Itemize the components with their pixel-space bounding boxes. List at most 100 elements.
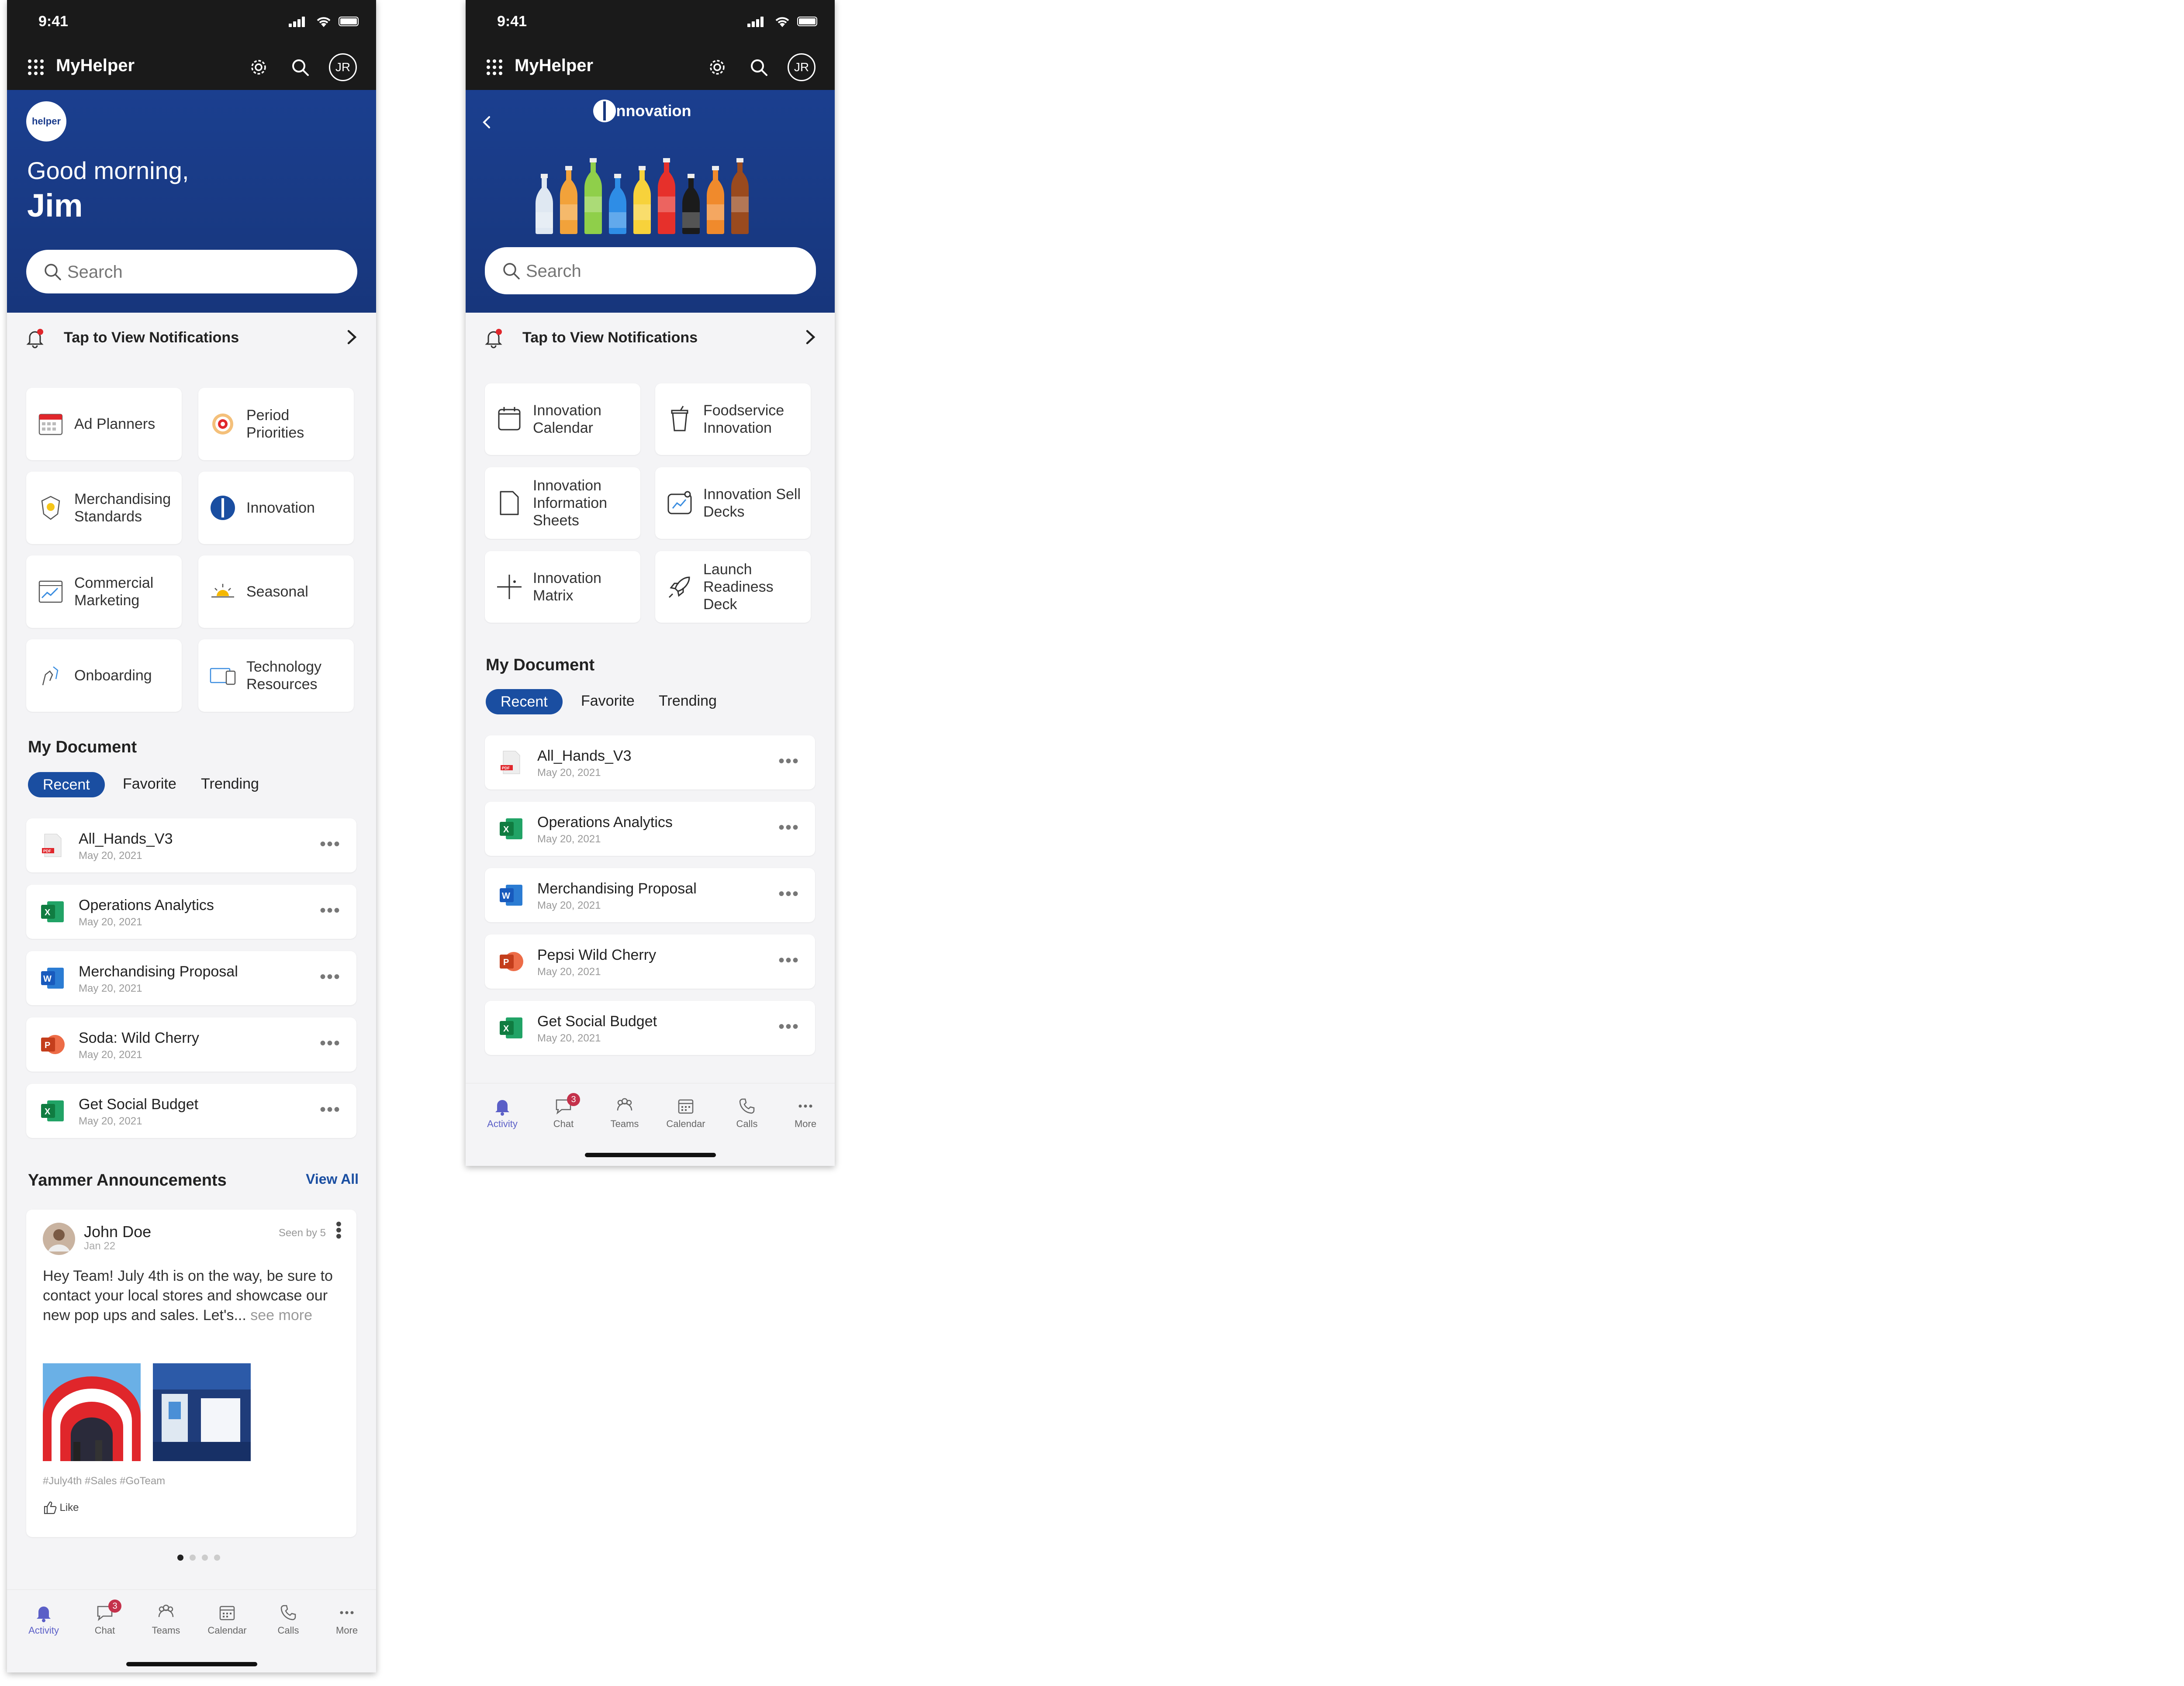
search-bar[interactable]	[26, 250, 357, 293]
more-options-icon[interactable]: •••	[778, 1018, 799, 1035]
carousel-pagination[interactable]	[177, 1555, 220, 1561]
tile-label: Period Priorities	[246, 407, 304, 441]
tile-merchandising-standards[interactable]: Merchandising Standards	[26, 472, 182, 544]
document-row[interactable]: PDF All_Hands_V3 May 20, 2021 •••	[485, 735, 815, 790]
app-title: MyHelper	[515, 56, 594, 75]
home-indicator	[584, 1153, 716, 1157]
document-row[interactable]: X Get Social Budget May 20, 2021 •••	[485, 1001, 815, 1055]
tile-foodservice-innovation[interactable]: Foodservice Innovation	[655, 383, 811, 455]
tab-chat[interactable]: 3 Chat	[537, 1093, 590, 1130]
tile-label: Innovation Sell Decks	[703, 486, 801, 520]
search-input[interactable]	[525, 258, 789, 285]
more-options-icon[interactable]: •••	[320, 835, 341, 853]
document-name: Get Social Budget	[537, 1013, 657, 1030]
tile-label: Innovation Information Sheets	[533, 477, 608, 529]
tab-label: Calendar	[207, 1625, 247, 1636]
seen-count: Seen by 5	[278, 1227, 326, 1239]
tile-innovation-information-sheets[interactable]: Innovation Information Sheets	[485, 467, 640, 539]
chevron-right-icon	[806, 330, 816, 345]
tab-favorite[interactable]: Favorite	[123, 771, 176, 796]
post-image-popup-tent[interactable]	[43, 1363, 141, 1461]
document-name: Operations Analytics	[79, 897, 214, 914]
bottle	[609, 174, 626, 234]
tile-seasonal[interactable]: Seasonal	[198, 555, 354, 628]
notifications-row[interactable]: Tap to View Notifications	[466, 314, 835, 361]
document-row[interactable]: PDF All_Hands_V3 May 20, 2021 •••	[26, 818, 356, 872]
tab-favorite[interactable]: Favorite	[581, 688, 635, 714]
document-name: Merchandising Proposal	[537, 880, 697, 897]
settings-gear-icon[interactable]	[707, 57, 728, 78]
settings-gear-icon[interactable]	[248, 57, 269, 78]
tile-commercial-marketing[interactable]: Commercial Marketing	[26, 555, 182, 628]
tab-activity[interactable]: Activity	[476, 1096, 529, 1130]
more-options-icon[interactable]: •••	[778, 885, 799, 903]
view-all-link[interactable]: View All	[306, 1171, 359, 1187]
tab-recent[interactable]: Recent	[486, 689, 563, 714]
tab-calendar[interactable]: Calendar	[201, 1602, 253, 1636]
bell-icon	[37, 1607, 51, 1622]
search-bar[interactable]	[485, 247, 816, 294]
more-options-icon[interactable]: •••	[778, 952, 799, 969]
document-row[interactable]: W Merchandising Proposal May 20, 2021 ••…	[26, 951, 356, 1005]
tab-trending[interactable]: Trending	[659, 688, 717, 714]
tile-onboarding[interactable]: Onboarding	[26, 639, 182, 712]
tile-launch-readiness-deck[interactable]: Launch Readiness Deck	[655, 551, 811, 623]
document-date: May 20, 2021	[537, 833, 601, 845]
tab-trending[interactable]: Trending	[201, 771, 259, 796]
tab-teams[interactable]: Teams	[140, 1602, 192, 1636]
tile-technology-resources[interactable]: Technology Resources	[198, 639, 354, 712]
tab-more[interactable]: More	[321, 1602, 373, 1636]
tab-teams[interactable]: Teams	[598, 1096, 651, 1130]
tab-calls[interactable]: Calls	[721, 1096, 773, 1130]
document-name: All_Hands_V3	[537, 748, 632, 764]
more-options-icon[interactable]: •••	[320, 1101, 341, 1118]
sun-icon	[211, 584, 234, 598]
bottle	[731, 158, 749, 234]
tab-calendar[interactable]: Calendar	[660, 1096, 712, 1130]
excel-file-icon: X	[41, 901, 64, 922]
post-date: Jan 22	[84, 1240, 116, 1252]
user-avatar[interactable]: JR	[788, 53, 816, 81]
document-row[interactable]: W Merchandising Proposal May 20, 2021 ••…	[485, 868, 815, 922]
chevron-right-icon	[347, 330, 357, 345]
back-chevron-icon[interactable]	[479, 113, 494, 132]
tab-calls[interactable]: Calls	[262, 1602, 314, 1636]
document-row[interactable]: X Operations Analytics May 20, 2021 •••	[485, 802, 815, 856]
document-row[interactable]: X Get Social Budget May 20, 2021 •••	[26, 1084, 356, 1138]
post-image-store-display[interactable]	[153, 1363, 251, 1461]
document-row[interactable]: P Pepsi Wild Cherry May 20, 2021 •••	[485, 934, 815, 989]
more-options-icon[interactable]: •••	[320, 902, 341, 919]
tab-activity[interactable]: Activity	[17, 1602, 70, 1636]
app-launcher-icon[interactable]	[28, 59, 44, 75]
document-date: May 20, 2021	[537, 767, 601, 779]
tile-innovation-sell-decks[interactable]: Innovation Sell Decks	[655, 467, 811, 539]
tab-recent[interactable]: Recent	[28, 772, 105, 797]
tab-chat[interactable]: 3 Chat	[79, 1600, 131, 1636]
more-options-icon[interactable]: •••	[320, 1034, 341, 1052]
user-avatar[interactable]: JR	[329, 53, 357, 81]
like-button[interactable]: Like	[43, 1500, 79, 1518]
post-menu-icon[interactable]: •••	[329, 1221, 348, 1239]
tile-innovation-calendar[interactable]: Innovation Calendar	[485, 383, 640, 455]
tile-innovation[interactable]: Innovation	[198, 472, 354, 544]
document-row[interactable]: X Operations Analytics May 20, 2021 •••	[26, 885, 356, 939]
tab-label: Chat	[553, 1118, 574, 1129]
see-more-link[interactable]: see more	[250, 1307, 312, 1324]
tile-innovation-matrix[interactable]: Innovation Matrix	[485, 551, 640, 623]
cup-icon	[671, 406, 688, 431]
tab-label: More	[794, 1118, 817, 1129]
more-options-icon[interactable]: •••	[320, 968, 341, 986]
document-name: Soda: Wild Cherry	[79, 1030, 199, 1046]
app-launcher-icon[interactable]	[487, 59, 502, 75]
more-options-icon[interactable]: •••	[778, 752, 799, 770]
search-input[interactable]	[66, 259, 330, 286]
tile-ad-planners[interactable]: Ad Planners	[26, 388, 182, 460]
pdf-file-icon: PDF	[42, 834, 62, 857]
document-row[interactable]: P Soda: Wild Cherry May 20, 2021 •••	[26, 1017, 356, 1072]
notifications-row[interactable]: Tap to View Notifications	[7, 314, 376, 361]
more-options-icon[interactable]: •••	[778, 819, 799, 836]
tile-period-priorities[interactable]: Period Priorities	[198, 388, 354, 460]
tab-more[interactable]: More	[779, 1096, 832, 1130]
search-icon[interactable]	[748, 57, 769, 78]
search-icon[interactable]	[290, 57, 311, 78]
